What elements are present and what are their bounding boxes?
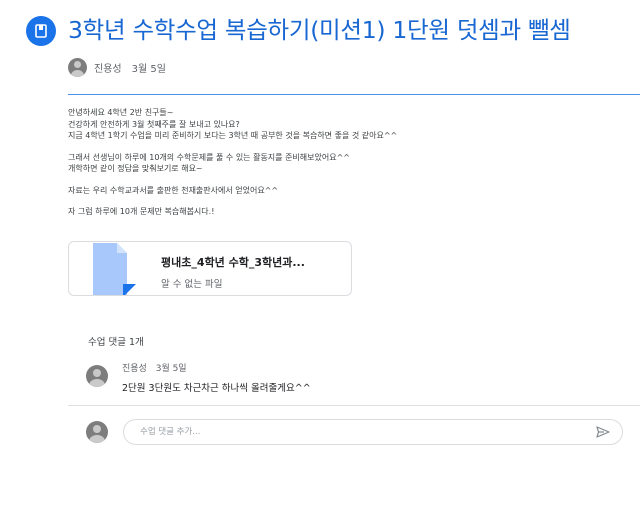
comments-divider <box>68 405 640 406</box>
comments-count: 수업 댓글 1개 <box>88 337 144 348</box>
body-line: 자 그럼 하루에 10개 문제만 복습해봅시다.! <box>68 207 215 216</box>
post-meta: 진용성 3월 5일 <box>68 58 166 77</box>
body-line: 안녕하세요 4학년 2반 친구들~ <box>68 108 174 117</box>
body-line: 건강하게 안전하게 3월 첫째주를 잘 보내고 있나요? <box>68 119 240 129</box>
author-name: 진용성 <box>94 64 122 75</box>
attachment-name: 평내초_4학년 수학_3학년과... <box>161 256 305 269</box>
send-icon <box>596 426 610 438</box>
comment-avatar <box>86 365 108 387</box>
reply-row <box>86 419 623 445</box>
body-line: 지금 4학년 1학기 수업을 미리 준비하기 보다는 3학년 때 공부한 것을 … <box>68 131 398 140</box>
body-line: 개학하면 같이 정답을 맞춰보기로 해요~ <box>68 164 203 173</box>
post-type-icon <box>26 16 56 46</box>
file-icon <box>93 243 136 295</box>
send-button[interactable] <box>594 423 612 441</box>
attachment-type: 알 수 없는 파일 <box>161 279 223 290</box>
title-divider <box>68 94 640 95</box>
reply-box <box>123 419 623 445</box>
author-avatar <box>68 58 87 77</box>
body-line: 자료는 우리 수학교과서를 출판한 천재출판사에서 얻었어요^^ <box>68 185 279 195</box>
assignment-book-icon <box>35 24 47 38</box>
page-title: 3학년 수학수업 복습하기(미션1) 1단원 덧셈과 뺄셈 <box>68 16 571 44</box>
comment-item: 진용성 3월 5일 2단원 3단원도 차근차근 하나씩 올려줄게요^^ <box>86 361 311 394</box>
post-body: 안녕하세요 4학년 2반 친구들~ 건강하게 안전하게 3월 첫째주를 잘 보내… <box>68 107 628 218</box>
attachment-card[interactable]: 평내초_4학년 수학_3학년과... 알 수 없는 파일 <box>68 241 352 296</box>
attachment-thumbnail <box>69 242 147 295</box>
post-date: 3월 5일 <box>131 64 166 75</box>
comment-input[interactable] <box>138 426 594 438</box>
reply-avatar <box>86 421 108 443</box>
body-line: 그래서 선생님이 하루에 10개의 수학문제를 풀 수 있는 활동지를 준비해보… <box>68 152 350 162</box>
comment-author: 진용성 <box>122 364 147 374</box>
comment-text: 2단원 3단원도 차근차근 하나씩 올려줄게요^^ <box>122 383 311 394</box>
comment-date: 3월 5일 <box>155 364 187 374</box>
